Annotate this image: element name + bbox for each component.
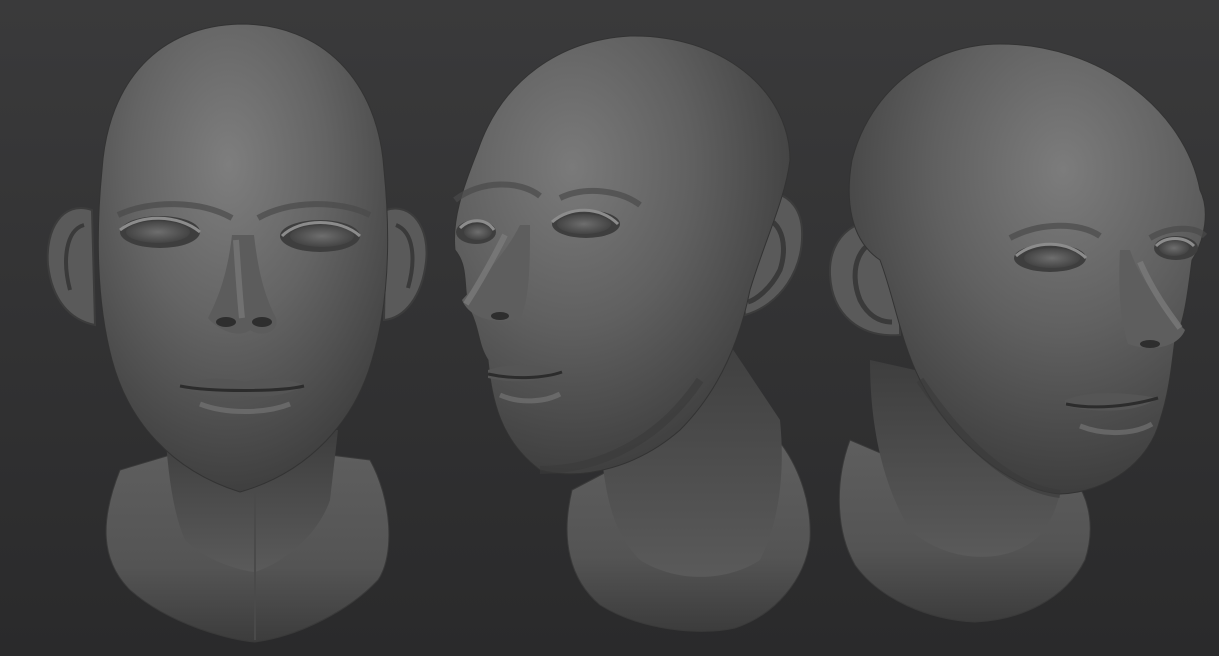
eye-near-three-quarter-right [1014,242,1088,272]
right-ear-front [382,207,428,322]
eye-near-three-quarter-left [551,208,620,238]
eye-far-three-quarter-left [456,219,496,244]
head-three-quarter-left-view [453,35,811,632]
head-front-view [46,23,428,643]
head-three-quarter-right-view [828,43,1208,623]
eye-left-front [119,216,201,248]
eye-right-front [280,220,362,252]
sculpt-viewport [0,0,1219,656]
eye-far-three-quarter-right [1154,236,1198,260]
head-studies [46,23,1208,643]
left-ear-front [46,207,97,327]
